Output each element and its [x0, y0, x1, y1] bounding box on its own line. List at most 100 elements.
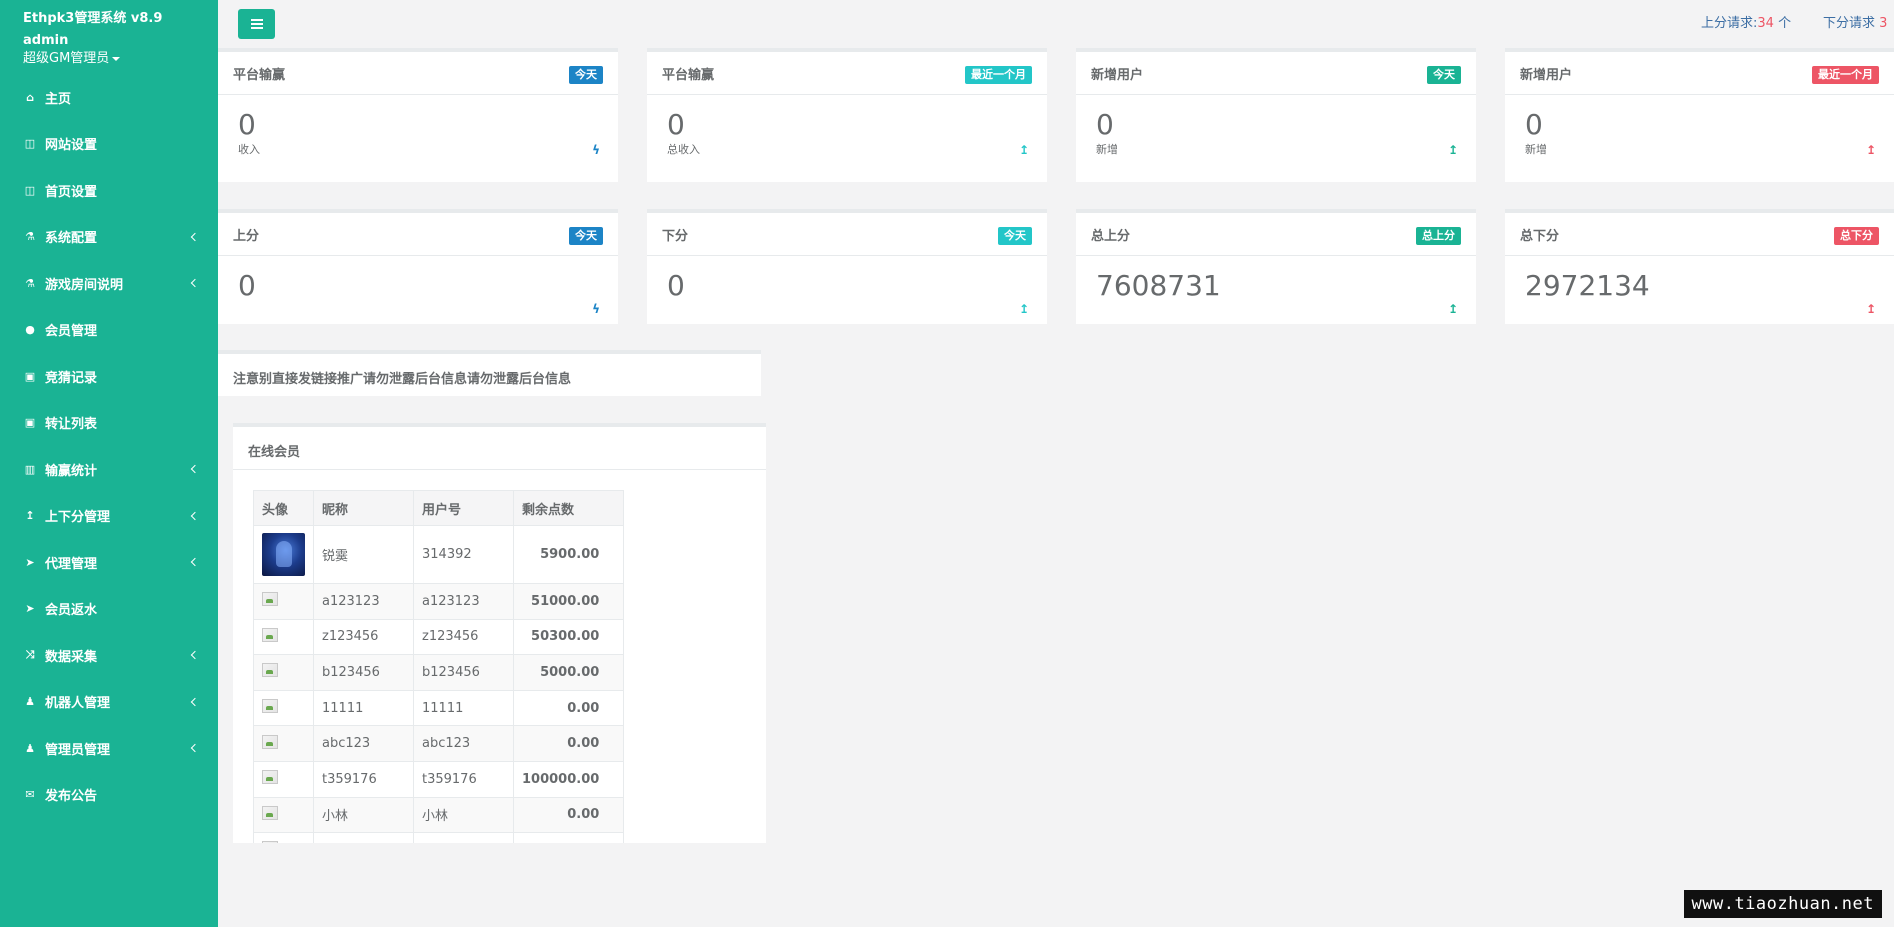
stat-value: 2972134 — [1525, 269, 1650, 302]
broken-image-icon — [262, 592, 278, 607]
sidebar-item-10[interactable]: ➤ 代理管理 — [0, 539, 218, 586]
stat-card: 下分 今天 0 ↥ — [647, 209, 1047, 324]
sidebar-item-label: 上下分管理 — [45, 510, 111, 526]
paper-plane-icon: ➤ — [25, 602, 35, 616]
user-id-cell: 314392 — [413, 525, 514, 584]
nickname-cell: 小林 — [313, 796, 414, 834]
trend-icon: ↥ — [1447, 143, 1458, 157]
stat-card-header: 下分 今天 — [647, 213, 1047, 256]
sidebar-item-11[interactable]: ➤ 会员返水 — [0, 586, 218, 633]
stat-card-header: 总下分 总下分 — [1505, 213, 1894, 256]
stat-sub-label: 总收入 — [667, 143, 700, 156]
user-role-dropdown[interactable]: 超级GM管理员 — [23, 50, 218, 68]
sidebar-item-8[interactable]: ▥ 输赢统计 — [0, 446, 218, 493]
stat-value: 0 — [238, 269, 256, 302]
sidebar-item-label: 主页 — [45, 91, 72, 107]
down-request-label: 下分请求 — [1823, 16, 1876, 31]
up-request-unit: 个 — [1773, 16, 1792, 31]
chevron-left-icon — [190, 232, 200, 241]
stat-card-title: 新增用户 — [1091, 68, 1144, 83]
stat-sub-label: 新增 — [1096, 143, 1118, 156]
sidebar-item-0[interactable]: ⌂ 主页 — [0, 74, 218, 121]
avatar-cell — [253, 725, 314, 762]
stat-card-header: 新增用户 今天 — [1076, 52, 1476, 95]
points-cell — [512, 832, 625, 843]
avatar-cell — [253, 832, 314, 843]
nickname-cell: a123123 — [313, 583, 414, 620]
sidebar-item-label: 发布公告 — [45, 789, 98, 805]
sidebar-item-4[interactable]: ⚗ 游戏房间说明 — [0, 260, 218, 307]
online-members-panel: 在线会员 头像 昵称 用户号 剩余点数 锐霙 314392 5900.00 a123123 a… — [233, 423, 766, 843]
user-id-cell: abc123 — [413, 725, 514, 762]
stat-period-badge: 今天 — [569, 227, 603, 245]
sidebar-item-label: 机器人管理 — [45, 696, 111, 712]
sidebar-item-6[interactable]: ▣ 竞猜记录 — [0, 353, 218, 400]
online-members-title: 在线会员 — [233, 427, 766, 470]
sidebar-item-5[interactable]: ● 会员管理 — [0, 307, 218, 354]
sidebar-item-7[interactable]: ▣ 转让列表 — [0, 400, 218, 447]
sidebar-item-label: 会员返水 — [45, 603, 98, 619]
stat-card-title: 平台输赢 — [233, 68, 286, 83]
sidebar-item-1[interactable]: ◫ 网站设置 — [0, 121, 218, 168]
up-request-link[interactable]: 上分请求:34 个 — [1701, 12, 1791, 31]
avatar-cell — [253, 654, 314, 691]
column-header: 用户号 — [413, 490, 514, 526]
stat-period-badge: 今天 — [998, 227, 1032, 245]
avatar — [262, 533, 305, 576]
trend-icon: ↥ — [1865, 143, 1876, 157]
avatar-cell — [253, 796, 314, 834]
flask-icon: ⚗ — [25, 276, 35, 290]
trend-icon: ↥ — [1865, 302, 1876, 316]
sidebar-item-13[interactable]: ♟ 机器人管理 — [0, 679, 218, 726]
table-row: abc123 abc123 0.00 — [253, 725, 625, 762]
stat-value: 0 — [667, 269, 685, 302]
bar-chart-icon: ▥ — [24, 462, 36, 476]
trend-icon: ↥ — [1018, 143, 1029, 157]
column-header: 头像 — [253, 490, 314, 526]
user-id-cell: 11111 — [413, 689, 514, 727]
stat-card-content: 2972134 ↥ — [1505, 256, 1894, 316]
hamburger-icon — [250, 23, 263, 25]
stat-card-title: 上分 — [233, 229, 260, 244]
avatar-cell — [253, 583, 314, 620]
stat-card-title: 总上分 — [1091, 229, 1131, 244]
sidebar-item-14[interactable]: ♟ 管理员管理 — [0, 725, 218, 772]
sidebar-item-2[interactable]: ◫ 首页设置 — [0, 167, 218, 214]
points-cell: 0.00 — [512, 796, 625, 834]
table-row — [253, 832, 625, 843]
sidebar-item-12[interactable]: ⤨ 数据采集 — [0, 632, 218, 679]
nickname-cell: 11111 — [313, 689, 414, 727]
caret-down-icon — [112, 56, 121, 61]
sidebar-item-9[interactable]: ↥ 上下分管理 — [0, 493, 218, 540]
points-cell: 0.00 — [512, 725, 625, 762]
menu-toggle-button[interactable] — [238, 9, 275, 39]
app-title: Ethpk3管理系统 v8.9 — [23, 11, 163, 26]
user-id-cell: t359176 — [413, 760, 514, 798]
nickname-cell — [313, 832, 414, 843]
sidebar-item-15[interactable]: ✉ 发布公告 — [0, 772, 218, 819]
broken-image-icon — [262, 699, 278, 714]
up-request-label: 上分请求: — [1701, 16, 1758, 31]
table-body: 锐霙 314392 5900.00 a123123 a123123 51000.00 z12… — [253, 525, 625, 843]
nickname-cell: z123456 — [313, 618, 414, 656]
stat-sub-label: 收入 — [238, 143, 260, 156]
sidebar-item-label: 转让列表 — [45, 417, 98, 433]
stat-card: 总上分 总上分 7608731 ↥ — [1076, 209, 1476, 324]
table-row: 11111 11111 0.00 — [253, 689, 625, 727]
home-icon: ⌂ — [26, 90, 34, 104]
table-row: t359176 t359176 100000.00 — [253, 760, 625, 798]
stat-value: 0 — [1525, 108, 1543, 141]
down-request-link[interactable]: 下分请求 3 — [1823, 12, 1887, 31]
broken-image-icon — [262, 734, 278, 749]
broken-image-icon — [262, 770, 278, 785]
sidebar-item-label: 管理员管理 — [45, 742, 111, 758]
stat-card-header: 总上分 总上分 — [1076, 213, 1476, 256]
sidebar-item-3[interactable]: ⚗ 系统配置 — [0, 214, 218, 261]
stat-card-content: 0 ↥ — [647, 256, 1047, 316]
user-name[interactable]: admin — [23, 32, 218, 50]
nickname-cell: b123456 — [313, 654, 414, 691]
car-icon: ▣ — [24, 369, 36, 383]
stat-value: 7608731 — [1096, 269, 1221, 302]
sidebar-item-label: 竞猜记录 — [45, 370, 98, 386]
top-bar: 上分请求:34 个 下分请求 3 — [218, 0, 1894, 44]
